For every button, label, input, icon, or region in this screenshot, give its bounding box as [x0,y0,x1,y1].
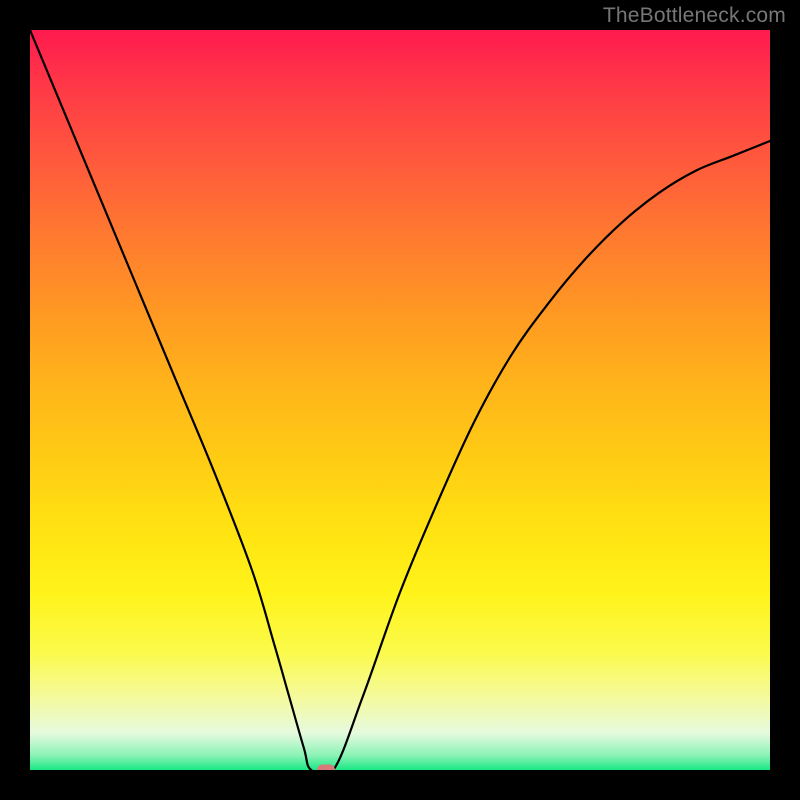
watermark-text: TheBottleneck.com [603,4,786,28]
optimal-marker [317,765,335,771]
plot-area [30,30,770,770]
bottleneck-curve [30,30,770,770]
chart-frame: TheBottleneck.com [0,0,800,800]
